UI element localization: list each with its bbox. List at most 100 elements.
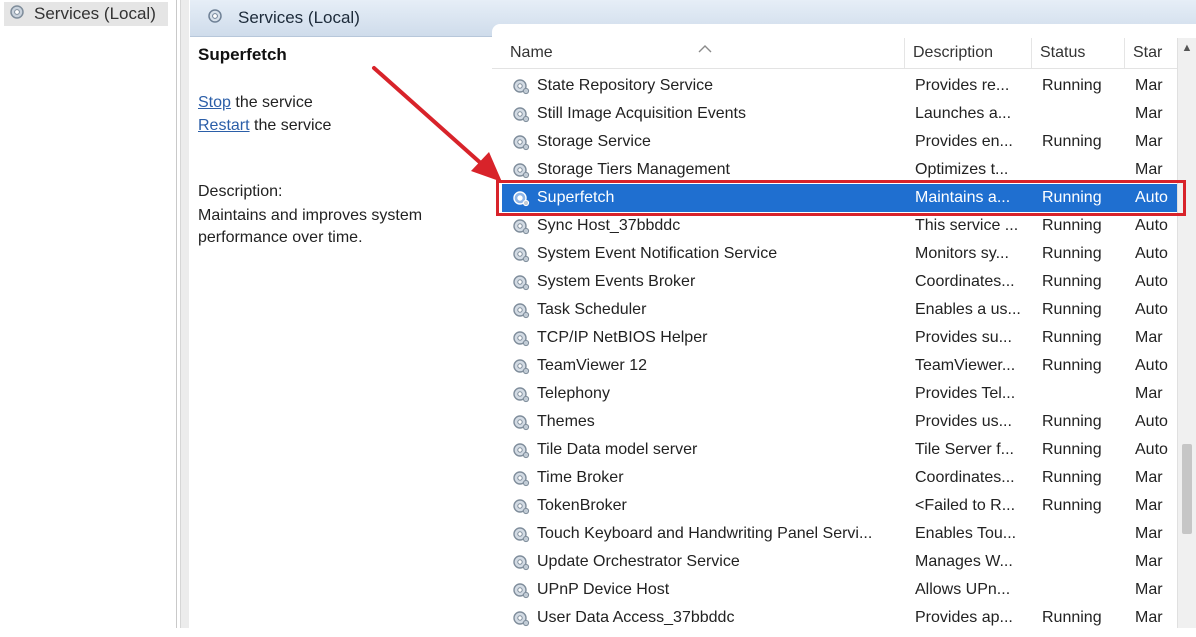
service-status: Running	[1042, 273, 1102, 290]
service-row[interactable]: Update Orchestrator Service Manages W... M…	[502, 548, 1182, 576]
services-list: Name Description Status Star State Repos…	[492, 24, 1196, 628]
service-row[interactable]: Tile Data model server Tile Server f... Ru…	[502, 436, 1182, 464]
service-startup-type: Auto	[1135, 357, 1168, 374]
service-description: Coordinates...	[915, 469, 1015, 486]
column-header-status[interactable]: Status	[1032, 38, 1125, 68]
sort-ascending-icon	[698, 44, 712, 56]
gear-icon	[512, 469, 530, 487]
stop-service-link[interactable]: Stop	[198, 94, 231, 111]
gear-icon	[512, 329, 530, 347]
service-startup-type: Mar	[1135, 497, 1163, 514]
service-startup-type: Auto	[1135, 301, 1168, 318]
gear-icon	[512, 161, 530, 179]
gear-icon	[512, 441, 530, 459]
service-name: State Repository Service	[537, 77, 714, 94]
gear-icon	[512, 273, 530, 291]
service-row[interactable]: Themes Provides us... Running Auto	[502, 408, 1182, 436]
gear-icon	[512, 581, 530, 599]
scroll-up-arrow-icon[interactable]: ▲	[1178, 38, 1196, 58]
stop-service-line: Stop the service	[198, 94, 313, 112]
service-name: TeamViewer 12	[537, 357, 647, 374]
service-row-selected[interactable]: Superfetch Maintains a... Running Auto	[502, 184, 1182, 212]
service-startup-type: Auto	[1135, 189, 1168, 206]
gear-icon	[512, 385, 530, 403]
service-row[interactable]: Time Broker Coordinates... Running Mar	[502, 464, 1182, 492]
service-row[interactable]: Task Scheduler Enables a us... Running Auto	[502, 296, 1182, 324]
service-name: Themes	[537, 413, 595, 430]
service-startup-type: Mar	[1135, 133, 1163, 150]
service-description: TeamViewer...	[915, 357, 1016, 374]
service-startup-type: Auto	[1135, 441, 1168, 458]
service-row[interactable]: TeamViewer 12 TeamViewer... Running Auto	[502, 352, 1182, 380]
description-label: Description:	[198, 183, 283, 200]
service-description: <Failed to R...	[915, 497, 1016, 514]
service-startup-type: Mar	[1135, 77, 1163, 94]
service-name: Superfetch	[537, 189, 615, 206]
column-header-description[interactable]: Description	[905, 38, 1032, 68]
column-header-row: Name Description Status Star	[492, 38, 1196, 69]
tree-scrollbar[interactable]	[180, 0, 189, 628]
service-startup-type: Mar	[1135, 581, 1163, 598]
service-description: Optimizes t...	[915, 161, 1009, 178]
service-status: Running	[1042, 357, 1102, 374]
gear-icon	[512, 497, 530, 515]
service-row[interactable]: System Event Notification Service Monitor…	[502, 240, 1182, 268]
service-description: Provides re...	[915, 77, 1010, 94]
gear-icon	[512, 189, 530, 207]
service-startup-type: Mar	[1135, 553, 1163, 570]
vertical-scrollbar[interactable]: ▲	[1177, 38, 1196, 628]
service-description: Provides us...	[915, 413, 1012, 430]
column-header-startup-type[interactable]: Star	[1125, 38, 1177, 68]
service-status: Running	[1042, 189, 1102, 206]
service-row[interactable]: Telephony Provides Tel... Mar	[502, 380, 1182, 408]
console-tree: Services (Local)	[0, 0, 177, 628]
header-title: Services (Local)	[238, 8, 360, 27]
scrollbar-thumb[interactable]	[1182, 444, 1192, 534]
service-row[interactable]: Sync Host_37bbddc This service ... Running…	[502, 212, 1182, 240]
service-description: This service ...	[915, 217, 1019, 234]
service-status: Running	[1042, 441, 1102, 458]
service-name: Sync Host_37bbddc	[537, 217, 681, 234]
tree-node-services-local[interactable]: Services (Local)	[4, 2, 168, 26]
gear-icon	[512, 133, 530, 151]
service-startup-type: Auto	[1135, 273, 1168, 290]
restart-service-line: Restart the service	[198, 117, 331, 135]
service-status: Running	[1042, 77, 1102, 94]
restart-service-suffix: the service	[249, 117, 332, 134]
service-status: Running	[1042, 497, 1102, 514]
service-status: Running	[1042, 469, 1102, 486]
service-row[interactable]: TokenBroker <Failed to R... Running Mar	[502, 492, 1182, 520]
service-name: System Events Broker	[537, 273, 696, 290]
service-row[interactable]: Still Image Acquisition Events Launches a…	[502, 100, 1182, 128]
service-name: UPnP Device Host	[537, 581, 670, 598]
service-row[interactable]: Storage Tiers Management Optimizes t... Ma…	[502, 156, 1182, 184]
service-row[interactable]: State Repository Service Provides re... Ru…	[502, 72, 1182, 100]
service-row[interactable]: Storage Service Provides en... Running Mar	[502, 128, 1182, 156]
extended-description-pane: Superfetch Stop the service Restart the …	[190, 37, 490, 628]
service-name: Task Scheduler	[537, 301, 647, 318]
service-name: Storage Service	[537, 133, 651, 150]
service-startup-type: Mar	[1135, 329, 1163, 346]
service-name: TCP/IP NetBIOS Helper	[537, 329, 708, 346]
gear-icon	[206, 7, 224, 30]
service-status: Running	[1042, 413, 1102, 430]
service-startup-type: Auto	[1135, 413, 1168, 430]
service-row[interactable]: TCP/IP NetBIOS Helper Provides su... Runni…	[502, 324, 1182, 352]
service-startup-type: Auto	[1135, 245, 1168, 262]
service-row[interactable]: UPnP Device Host Allows UPn... Mar	[502, 576, 1182, 604]
gear-icon	[512, 553, 530, 571]
service-description: Provides en...	[915, 133, 1013, 150]
service-name: Update Orchestrator Service	[537, 553, 740, 570]
restart-service-link[interactable]: Restart	[198, 117, 250, 134]
service-description: Monitors sy...	[915, 245, 1009, 262]
service-description: Maintains a...	[915, 189, 1011, 206]
service-description: Enables a us...	[915, 301, 1021, 318]
gear-icon	[8, 3, 26, 26]
service-row[interactable]: System Events Broker Coordinates... Runnin…	[502, 268, 1182, 296]
service-row[interactable]: Touch Keyboard and Handwriting Panel Ser…	[502, 520, 1182, 548]
gear-icon	[512, 105, 530, 123]
service-name: TokenBroker	[537, 497, 627, 514]
service-name: Tile Data model server	[537, 441, 698, 458]
gear-icon	[512, 77, 530, 95]
service-startup-type: Mar	[1135, 469, 1163, 486]
